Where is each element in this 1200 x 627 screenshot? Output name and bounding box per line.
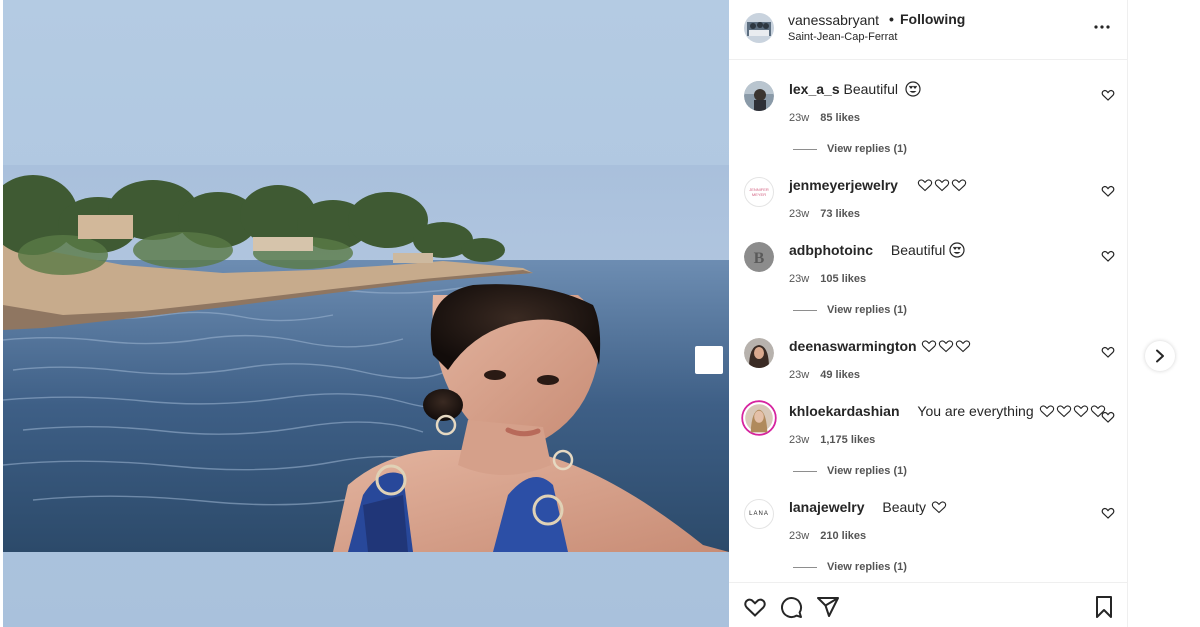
comment-username[interactable]: jenmeyerjewelry — [789, 177, 898, 193]
avatar-logo-text: LANA — [749, 511, 769, 517]
comment-line: adbphotoinc Beautiful — [789, 242, 965, 258]
commenter-avatar[interactable] — [741, 400, 777, 436]
following-button[interactable]: Following — [900, 11, 965, 27]
share-icon[interactable] — [816, 595, 840, 619]
comment-meta: 23w 85 likes — [789, 112, 860, 124]
author-username[interactable]: vanessabryant — [788, 12, 879, 28]
comment-username[interactable]: deenaswarmington — [789, 338, 917, 354]
comment-age: 23w — [789, 208, 810, 220]
heart-icon[interactable] — [1101, 345, 1115, 359]
heart-icon[interactable] — [1101, 184, 1115, 198]
comment-age: 23w — [789, 530, 810, 542]
comment-text: Beautiful — [890, 242, 946, 258]
heart-icon[interactable] — [1101, 249, 1115, 263]
view-replies-label: View replies (1) — [827, 143, 907, 155]
comment-username[interactable]: lex_a_s — [789, 81, 840, 97]
comment-hearts — [920, 338, 971, 354]
comment-text: Beauty — [882, 499, 926, 515]
comment-meta: 23w 73 likes — [789, 208, 860, 220]
comment-likes[interactable]: 85 likes — [820, 112, 860, 124]
post-header: vanessabryant • Following Saint-Jean-Cap… — [729, 0, 1128, 60]
commenter-avatar[interactable]: LANA — [744, 499, 774, 529]
comment-username[interactable]: khloekardashian — [789, 403, 900, 419]
heart-emoji — [934, 179, 950, 192]
heart-emoji — [1039, 405, 1054, 418]
post-media[interactable] — [0, 0, 729, 627]
heart-emoji — [1056, 405, 1071, 418]
heart-icon[interactable] — [1101, 410, 1115, 424]
replies-rule — [793, 566, 817, 568]
heart-emoji — [956, 340, 971, 353]
comment-username[interactable]: lanajewelry — [789, 499, 865, 515]
comment-likes[interactable]: 210 likes — [820, 530, 866, 542]
comment-line: lex_a_s Beautiful — [789, 81, 921, 97]
comment-likes[interactable]: 49 likes — [820, 369, 860, 381]
replies-rule — [793, 470, 817, 472]
heart-emoji — [917, 179, 933, 192]
comment-hearts — [930, 499, 947, 515]
post-action-bar — [729, 582, 1128, 627]
heart-eyes-emoji — [949, 242, 965, 258]
post-location[interactable]: Saint-Jean-Cap-Ferrat — [788, 31, 897, 43]
commenter-avatar[interactable] — [744, 338, 774, 368]
commenter-avatar[interactable] — [744, 81, 774, 111]
next-post-button[interactable] — [1145, 341, 1175, 371]
heart-icon[interactable] — [1101, 88, 1115, 102]
comment-hearts — [916, 177, 967, 193]
heart-emoji — [1073, 405, 1088, 418]
commenter-avatar[interactable]: JENNIFER MEYER — [744, 177, 774, 207]
view-replies-label: View replies (1) — [827, 304, 907, 316]
chevron-right-icon — [1156, 349, 1164, 363]
replies-rule — [793, 309, 817, 311]
heart-icon[interactable] — [1101, 506, 1115, 520]
comment-likes[interactable]: 73 likes — [820, 208, 860, 220]
view-replies-link[interactable]: View replies (1) — [793, 465, 907, 477]
separator-dot: • — [889, 11, 894, 27]
comment-line: deenaswarmington — [789, 338, 971, 354]
view-replies-link[interactable]: View replies (1) — [793, 143, 907, 155]
comment-hearts — [1038, 403, 1106, 419]
svg-text:B: B — [754, 250, 765, 267]
more-options-icon[interactable] — [1092, 17, 1112, 37]
bookmark-icon[interactable] — [1092, 595, 1116, 619]
comment-line: lanajewelry Beauty — [789, 499, 947, 515]
replies-rule — [793, 148, 817, 150]
comment-meta: 23w 210 likes — [789, 530, 866, 542]
comment-meta: 23w 1,175 likes — [789, 434, 875, 446]
comment-text: Beautiful — [843, 81, 898, 97]
heart-emoji — [951, 179, 967, 192]
comment-icon[interactable] — [779, 595, 803, 619]
post-photo — [3, 165, 729, 552]
comment-age: 23w — [789, 112, 810, 124]
view-replies-label: View replies (1) — [827, 465, 907, 477]
comment-likes[interactable]: 1,175 likes — [820, 434, 875, 446]
heart-eyes-emoji — [905, 81, 921, 97]
view-replies-label: View replies (1) — [827, 561, 907, 573]
comment-age: 23w — [789, 273, 810, 285]
heart-emoji — [931, 501, 947, 514]
author-avatar[interactable] — [744, 13, 774, 43]
view-replies-link[interactable]: View replies (1) — [793, 304, 907, 316]
comment-age: 23w — [789, 369, 810, 381]
comment-line: khloekardashian You are everything — [789, 403, 1106, 419]
heart-icon[interactable] — [743, 595, 767, 619]
comment-meta: 23w 105 likes — [789, 273, 866, 285]
heart-emoji — [922, 340, 937, 353]
avatar-logo-text: JENNIFER MEYER — [749, 187, 769, 197]
comment-line: jenmeyerjewelry — [789, 177, 967, 193]
post-side-panel: vanessabryant • Following Saint-Jean-Cap… — [729, 0, 1128, 627]
media-overlay-square — [695, 346, 723, 374]
comment-likes[interactable]: 105 likes — [820, 273, 866, 285]
comments-list[interactable]: lex_a_s Beautiful 23w 85 likes View repl… — [729, 60, 1128, 582]
comment-age: 23w — [789, 434, 810, 446]
heart-emoji — [939, 340, 954, 353]
view-replies-link[interactable]: View replies (1) — [793, 561, 907, 573]
comment-text: You are everything — [917, 403, 1034, 419]
comment-meta: 23w 49 likes — [789, 369, 860, 381]
commenter-avatar[interactable]: B — [744, 242, 774, 272]
comment-username[interactable]: adbphotoinc — [789, 242, 873, 258]
